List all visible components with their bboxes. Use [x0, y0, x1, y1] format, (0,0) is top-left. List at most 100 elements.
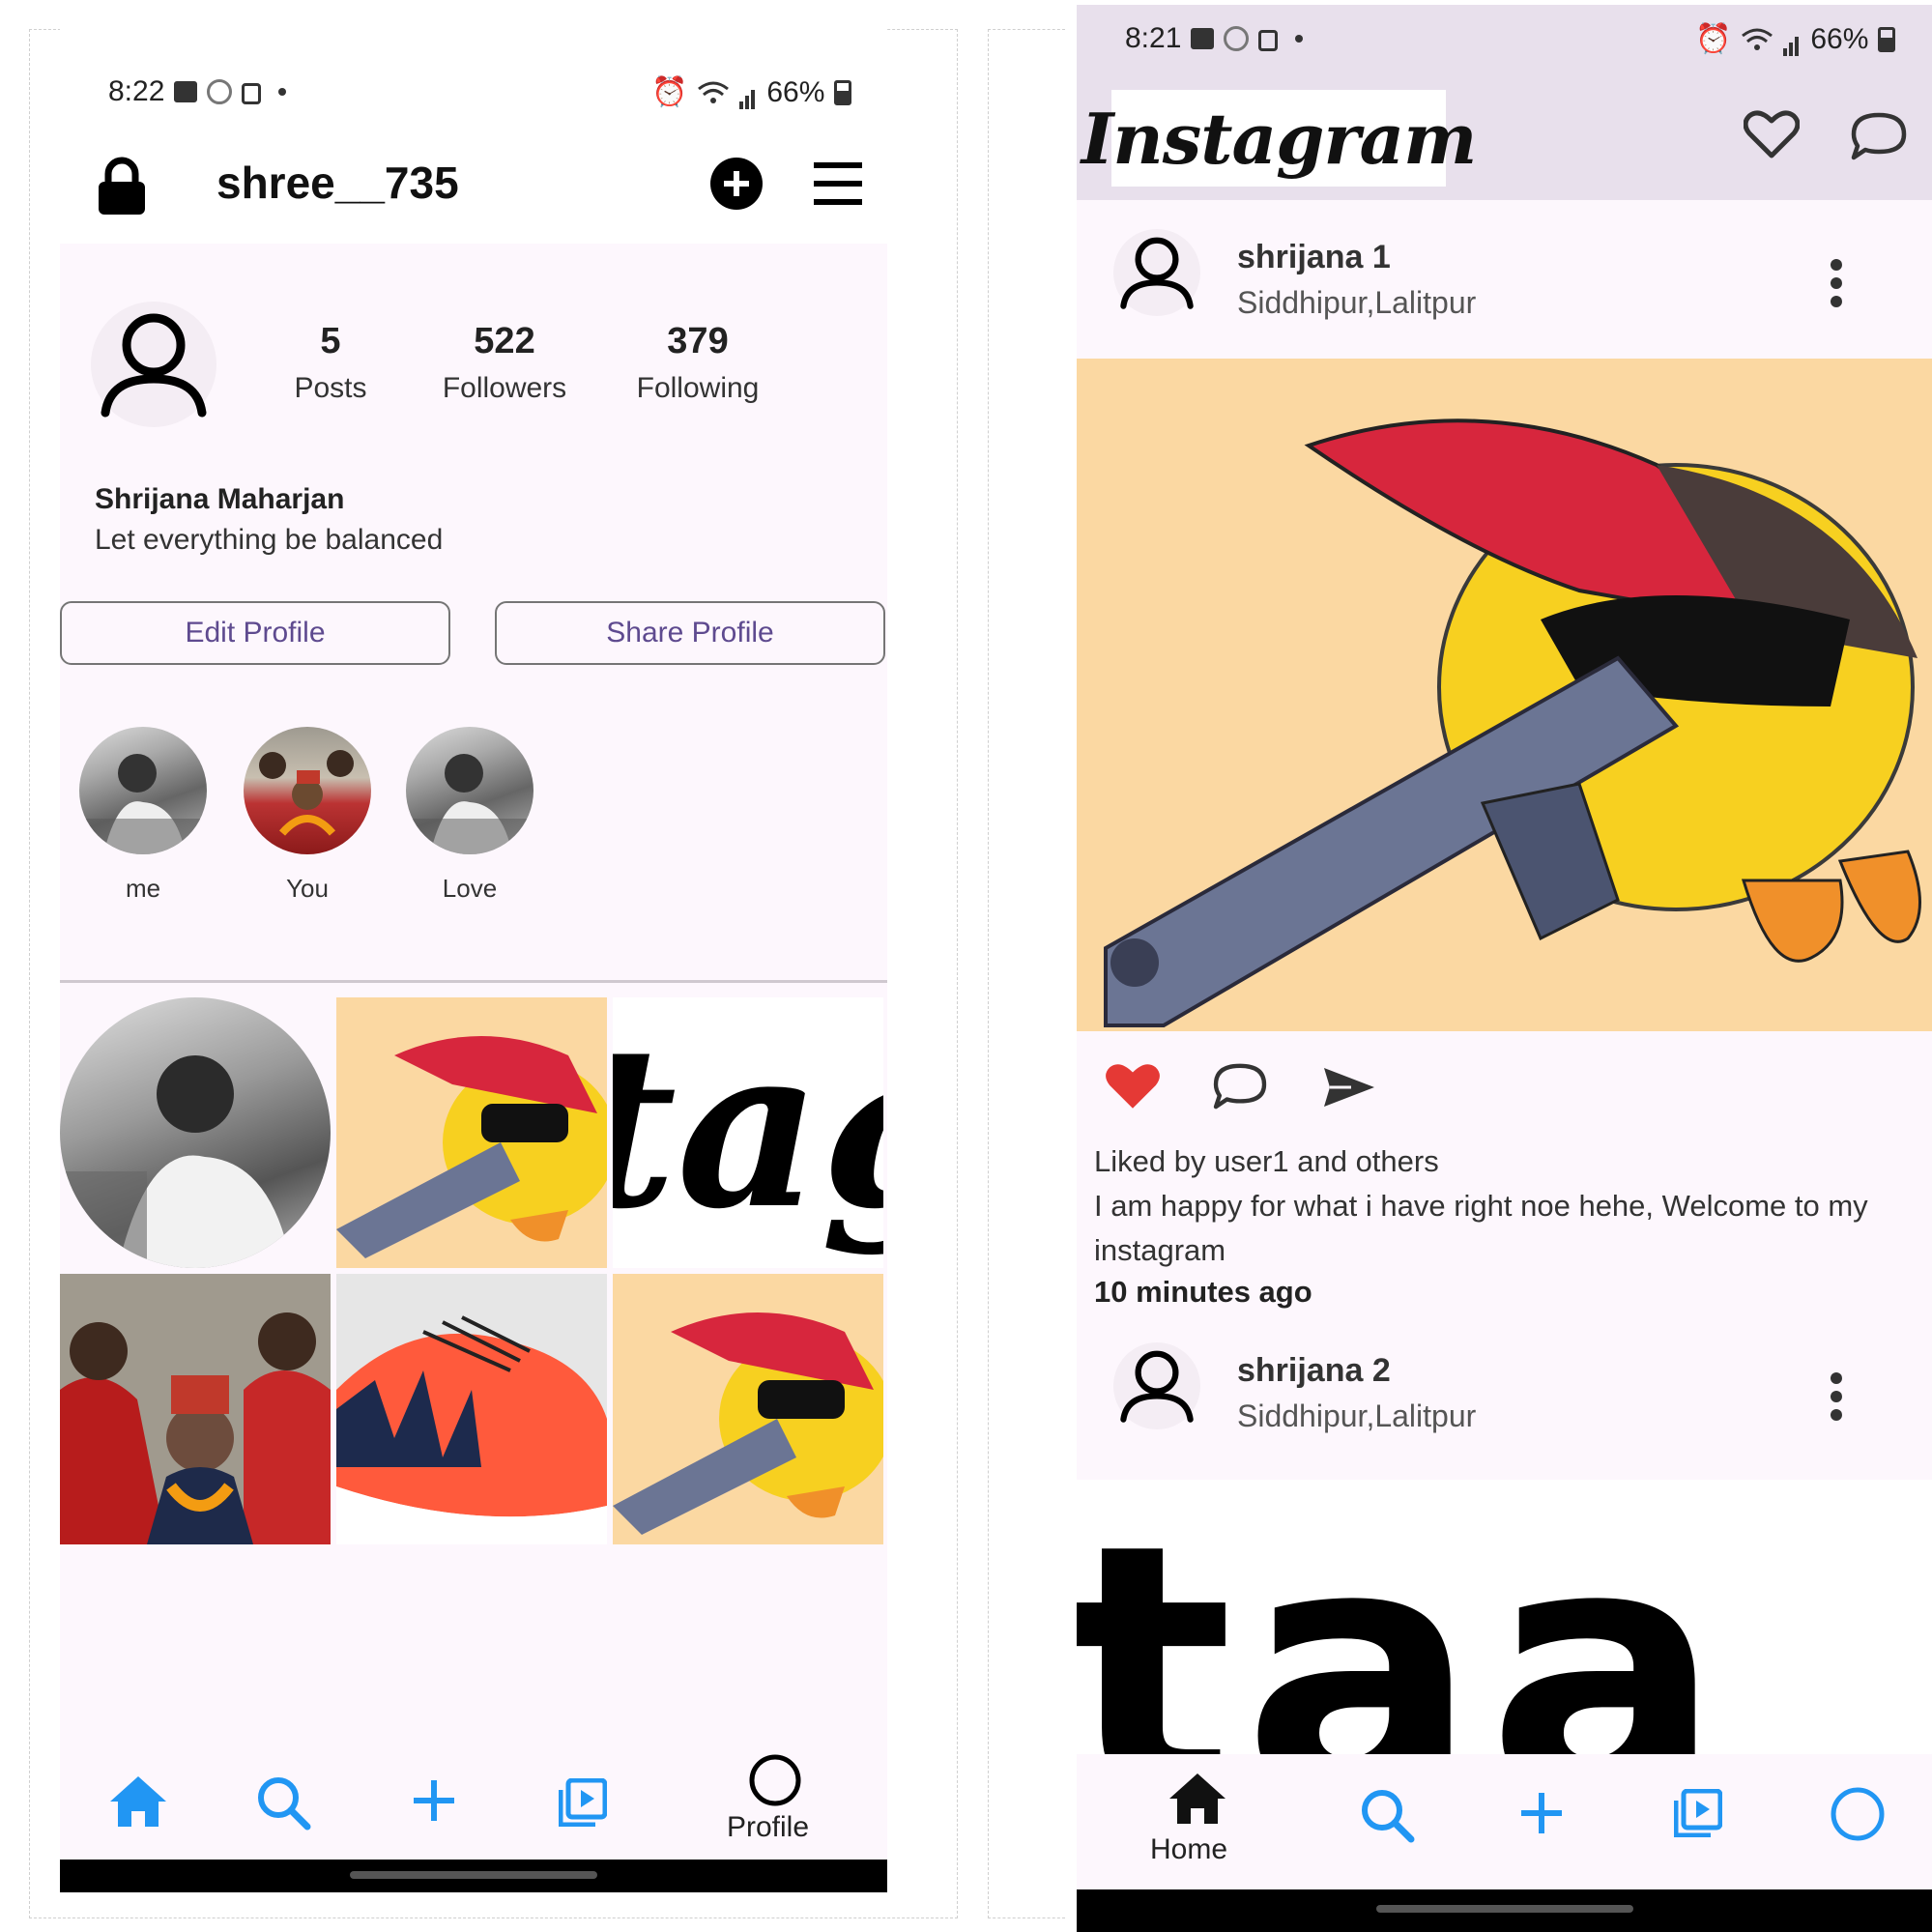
battery-icon — [834, 79, 852, 105]
shoe-image — [336, 1315, 607, 1544]
avatar[interactable] — [1113, 229, 1200, 316]
search-icon[interactable] — [1359, 1787, 1415, 1843]
profile-circle-icon[interactable] — [748, 1753, 802, 1807]
alarm-icon: ⏰ — [1695, 23, 1732, 55]
alarm-icon: ⏰ — [651, 76, 688, 108]
followers-count: 522 — [474, 321, 535, 361]
app-logo: Instagram — [1081, 90, 1477, 187]
logo-fragment: tag — [613, 997, 883, 1258]
grid-post-6[interactable] — [613, 1274, 883, 1544]
highlight-image — [244, 727, 371, 854]
more-options-icon[interactable] — [1829, 1371, 1844, 1422]
notification-dot-icon — [1295, 35, 1304, 43]
status-bar-right: ⏰ 66% — [1695, 22, 1896, 56]
highlight-you[interactable]: You — [240, 727, 375, 904]
portrait-photo — [406, 754, 533, 854]
signal-icon — [739, 76, 757, 109]
home-icon[interactable] — [1168, 1772, 1227, 1826]
signal-icon — [1783, 23, 1801, 56]
following-count: 379 — [667, 321, 729, 361]
group-photo — [60, 1274, 331, 1544]
profile-screen: 8:22 ⏰ 66% shree__735 5 Posts 522 Follow… — [60, 21, 887, 1914]
highlight-label: Love — [442, 874, 498, 903]
grid-post-2[interactable] — [336, 997, 607, 1268]
liked-heart-icon[interactable] — [1104, 1060, 1162, 1112]
followers-stat[interactable]: 522 Followers — [418, 321, 591, 405]
logo-fragment: taa — [1077, 1480, 1732, 1761]
sync-icon — [207, 79, 233, 104]
posts-count: 5 — [320, 321, 341, 361]
duck-gun-image — [613, 1312, 883, 1535]
battery-icon — [1878, 26, 1896, 52]
portrait-photo — [60, 1055, 292, 1268]
lock-status-icon — [1258, 30, 1279, 51]
menu-icon[interactable] — [814, 162, 862, 205]
grid-post-4[interactable] — [60, 1274, 331, 1544]
home-gesture-pill[interactable] — [350, 1871, 597, 1879]
post-username[interactable]: shrijana 1 — [1237, 239, 1391, 276]
grid-post-1[interactable] — [60, 997, 331, 1268]
following-stat[interactable]: 379 Following — [611, 321, 785, 405]
avatar[interactable] — [1113, 1342, 1200, 1429]
profile-username[interactable]: shree__735 — [216, 157, 459, 209]
highlight-love[interactable]: Love — [402, 727, 537, 904]
more-options-icon[interactable] — [1829, 258, 1844, 308]
share-profile-button[interactable]: Share Profile — [495, 601, 885, 665]
add-icon[interactable] — [1519, 1791, 1564, 1835]
following-label: Following — [636, 372, 760, 404]
private-lock-icon — [99, 157, 145, 215]
bottom-nav: Home — [1077, 1754, 1932, 1889]
avatar[interactable] — [91, 302, 216, 427]
home-gesture-pill[interactable] — [1376, 1905, 1633, 1913]
likes-text[interactable]: Liked by user1 and others — [1094, 1139, 1916, 1184]
add-icon[interactable] — [412, 1778, 456, 1823]
nav-home-label[interactable]: Home — [1150, 1833, 1227, 1866]
grid-post-5[interactable] — [336, 1274, 607, 1544]
nav-profile-label[interactable]: Profile — [727, 1811, 809, 1844]
right-frame-outline — [988, 29, 1065, 1918]
bottom-nav: Profile — [60, 1732, 887, 1877]
wifi-icon — [698, 81, 730, 103]
gallery-icon — [1191, 28, 1215, 49]
messages-icon[interactable] — [1850, 111, 1908, 161]
comment-icon[interactable] — [1212, 1062, 1268, 1110]
followers-label: Followers — [442, 372, 567, 404]
post-header-2: shrijana 2 Siddhipur,Lalitpur — [1077, 1329, 1932, 1484]
post-header-1: shrijana 1 Siddhipur,Lalitpur — [1077, 200, 1932, 355]
feed-screen: 8:21 ⏰ 66% Instagram shrijana 1 Siddhipu… — [1077, 5, 1932, 1932]
home-icon[interactable] — [108, 1774, 168, 1829]
sync-icon — [1224, 26, 1250, 51]
edit-profile-button[interactable]: Edit Profile — [60, 601, 450, 665]
notification-dot-icon — [278, 88, 287, 96]
reels-icon[interactable] — [559, 1778, 607, 1827]
heart-icon[interactable] — [1744, 109, 1800, 159]
share-icon[interactable] — [1322, 1066, 1376, 1109]
group-photo — [259, 750, 354, 836]
app-bar: 8:21 ⏰ 66% Instagram — [1077, 5, 1932, 200]
reels-icon[interactable] — [1674, 1789, 1722, 1837]
post-username[interactable]: shrijana 2 — [1237, 1352, 1391, 1390]
search-icon[interactable] — [255, 1774, 311, 1831]
post-location[interactable]: Siddhipur,Lalitpur — [1237, 1399, 1476, 1434]
profile-panel: 5 Posts 522 Followers 379 Following Shri… — [60, 244, 887, 1858]
posts-stat[interactable]: 5 Posts — [263, 321, 398, 405]
status-bar: 8:22 — [108, 75, 287, 108]
add-post-icon[interactable] — [709, 157, 764, 211]
duck-gun-image — [336, 1036, 607, 1258]
status-time: 8:21 — [1125, 22, 1182, 54]
posts-label: Posts — [294, 372, 367, 404]
person-icon — [1120, 1350, 1194, 1423]
divider — [60, 980, 887, 983]
grid-post-3[interactable]: tag — [613, 997, 883, 1268]
lock-status-icon — [242, 83, 262, 104]
post-time: 10 minutes ago — [1094, 1275, 1312, 1309]
status-bar: 8:21 — [1125, 22, 1304, 55]
duck-gun-image — [1104, 418, 1921, 1027]
post-image-2[interactable]: taa — [1077, 1480, 1932, 1760]
post-location[interactable]: Siddhipur,Lalitpur — [1237, 285, 1476, 321]
profile-circle-icon[interactable] — [1829, 1785, 1887, 1843]
highlight-me[interactable]: me — [75, 727, 211, 904]
highlight-image — [79, 727, 207, 854]
post-image-1[interactable] — [1077, 359, 1932, 1031]
battery-percent: 66% — [766, 75, 825, 108]
